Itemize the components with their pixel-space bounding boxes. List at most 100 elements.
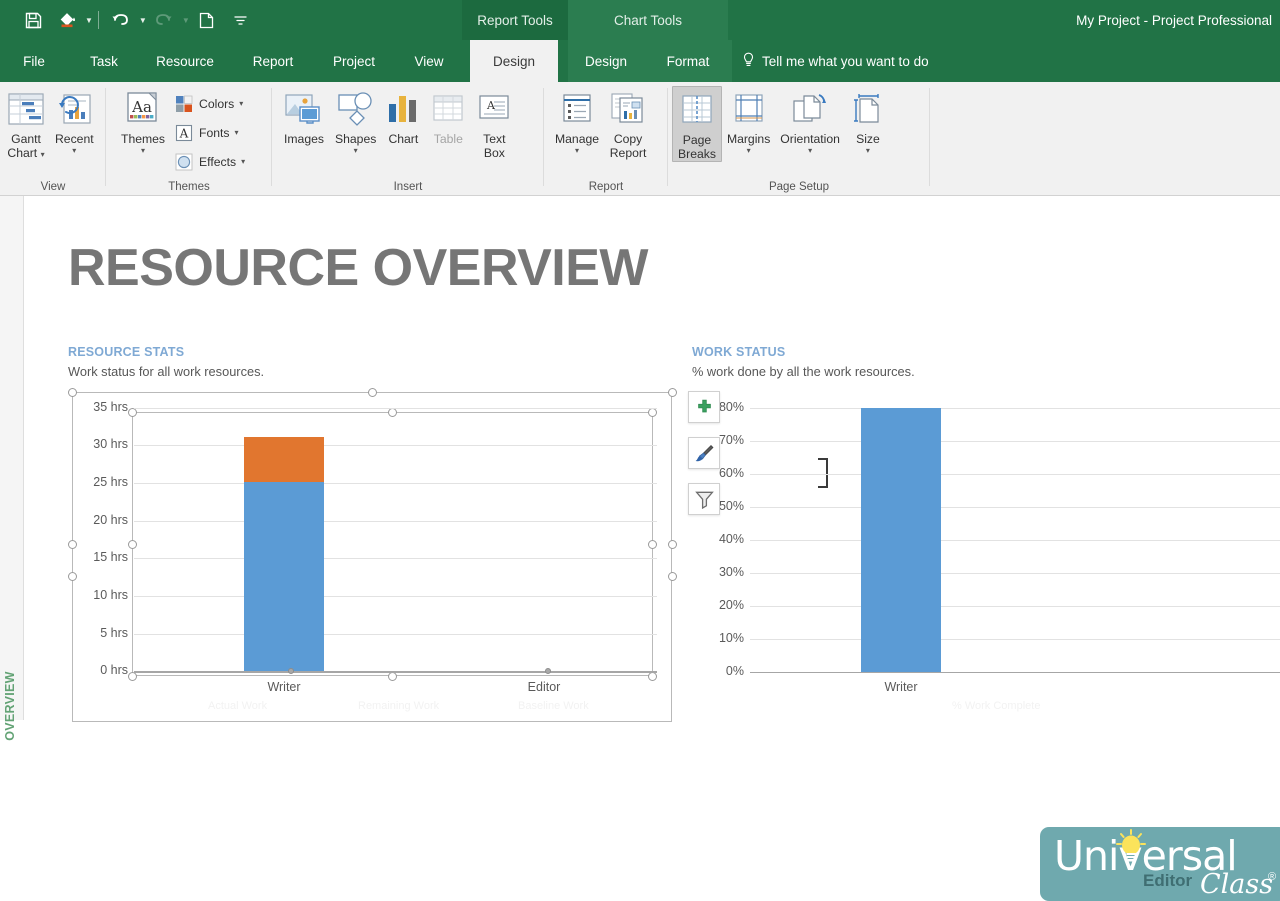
resource-stats-chart[interactable]: 35 hrs 30 hrs 25 hrs 20 hrs 15 hrs 10 hr… <box>68 396 678 712</box>
shapes-button[interactable]: Shapes ▾ <box>330 86 381 155</box>
x-axis-line <box>134 671 657 673</box>
page-icon[interactable] <box>190 4 224 36</box>
size-button[interactable]: Size ▾ <box>845 86 891 155</box>
fonts-button[interactable]: A Fonts ▾ <box>170 119 249 146</box>
ribbon-group-themes: Aa Themes ▾ Colors ▾ A Fonts ▾ Effects ▾… <box>106 82 272 196</box>
series-point-handle[interactable] <box>545 668 551 674</box>
manage-button[interactable]: Manage ▾ <box>550 86 604 155</box>
y-tick-label: 5 hrs <box>100 626 128 640</box>
legend-entry-baseline-work: Baseline Work <box>518 700 589 712</box>
chart-icon <box>386 89 420 129</box>
undo-dropdown-icon[interactable]: ▼ <box>139 16 147 25</box>
tab-file[interactable]: File <box>12 40 56 82</box>
redo-icon[interactable] <box>147 4 181 36</box>
y-tick-label: 10% <box>718 631 744 645</box>
section-heading-work-status: WORK STATUS <box>692 345 786 359</box>
tab-resource[interactable]: Resource <box>142 40 228 82</box>
shapes-label: Shapes <box>335 132 377 146</box>
tab-chart-format[interactable]: Format <box>644 40 732 82</box>
legend-entry-work-complete: % Work Complete <box>952 700 1041 712</box>
gridline <box>134 483 657 484</box>
gridline <box>134 445 657 446</box>
watermark-class-text: Class <box>1200 869 1274 900</box>
chart-label: Chart <box>388 132 419 146</box>
themes-label: Themes <box>121 132 166 146</box>
y-tick-label: 10 hrs <box>93 588 128 602</box>
fonts-dropdown-icon[interactable]: ▾ <box>235 128 239 137</box>
gridline <box>134 596 657 597</box>
tab-chart-design[interactable]: Design <box>568 40 644 82</box>
bar-actual-work-writer[interactable] <box>244 482 324 671</box>
bar-work-complete-writer[interactable] <box>861 408 941 672</box>
images-icon <box>283 89 325 129</box>
themes-button[interactable]: Aa Themes ▾ <box>116 86 170 155</box>
gantt-chart-icon <box>7 89 45 129</box>
tell-me-search[interactable]: Tell me what you want to do <box>742 40 929 82</box>
colors-dropdown-icon[interactable]: ▾ <box>239 99 243 108</box>
recent-button[interactable]: Recent ▾ <box>50 86 99 155</box>
page-title[interactable]: RESOURCE OVERVIEW <box>68 238 648 298</box>
colors-button[interactable]: Colors ▾ <box>170 90 249 117</box>
shapes-dropdown-icon[interactable]: ▾ <box>354 147 358 155</box>
chart-elements-button[interactable] <box>688 391 720 423</box>
y-tick-label: 25 hrs <box>93 475 128 489</box>
images-button[interactable]: Images <box>278 86 330 146</box>
tab-view[interactable]: View <box>398 40 460 82</box>
page-breaks-label-2: Breaks <box>678 147 716 161</box>
orientation-button[interactable]: Orientation ▾ <box>775 86 845 155</box>
margins-button[interactable]: Margins ▾ <box>722 86 775 155</box>
table-label: Table <box>433 132 463 146</box>
customize-quick-access-icon[interactable] <box>224 4 258 36</box>
effects-button[interactable]: Effects ▾ <box>170 148 249 175</box>
page-breaks-icon <box>679 90 715 130</box>
size-dropdown-icon[interactable]: ▾ <box>866 147 870 155</box>
manage-icon <box>559 89 595 129</box>
colors-label: Colors <box>199 96 235 111</box>
context-tab-chart-tools: Chart Tools <box>568 0 728 40</box>
chart-filters-button[interactable] <box>688 483 720 515</box>
gridline <box>750 639 1280 640</box>
tab-project[interactable]: Project <box>316 40 392 82</box>
save-icon[interactable] <box>16 4 50 36</box>
y-tick-label: 30 hrs <box>93 437 128 451</box>
tell-me-label: Tell me what you want to do <box>762 53 929 69</box>
gridline <box>750 408 1280 409</box>
gridline <box>750 441 1280 442</box>
gridline <box>750 573 1280 574</box>
chart-button[interactable]: Chart <box>381 86 425 146</box>
undo-icon[interactable] <box>104 4 138 36</box>
copy-report-button[interactable]: Copy Report <box>604 86 652 160</box>
tab-report[interactable]: Report <box>236 40 310 82</box>
x-tick-label-writer: Writer <box>267 680 301 694</box>
page-breaks-button[interactable]: Page Breaks <box>672 86 722 162</box>
manage-dropdown-icon[interactable]: ▾ <box>575 147 579 155</box>
ribbon-group-view: Gantt Chart ▾ Recent ▾ View <box>0 82 106 196</box>
gantt-chart-button[interactable]: Gantt Chart ▾ <box>2 86 50 160</box>
orientation-dropdown-icon[interactable]: ▾ <box>808 147 812 155</box>
margins-icon <box>731 89 767 129</box>
tab-report-design[interactable]: Design <box>470 40 558 82</box>
effects-dropdown-icon[interactable]: ▾ <box>241 157 245 166</box>
recent-dropdown-icon[interactable]: ▾ <box>72 147 76 155</box>
qat-divider <box>97 11 99 29</box>
table-icon <box>430 89 466 129</box>
paint-bucket-dropdown-icon[interactable]: ▼ <box>85 16 93 25</box>
text-box-icon: A <box>476 89 512 129</box>
table-button[interactable]: Table <box>425 86 471 146</box>
chart-styles-button[interactable] <box>688 437 720 469</box>
paint-bucket-icon[interactable] <box>50 4 84 36</box>
gridline <box>750 540 1280 541</box>
gridline <box>134 634 657 635</box>
work-status-chart[interactable]: 80% 70% 60% 50% 40% 30% 20% 10% 0% Write… <box>692 396 1280 712</box>
text-box-button[interactable]: A Text Box <box>471 86 517 160</box>
gantt-chart-label-2: Chart ▾ <box>7 146 45 160</box>
themes-dropdown-icon[interactable]: ▾ <box>141 147 145 155</box>
svg-text:Aa: Aa <box>131 98 152 116</box>
margins-dropdown-icon[interactable]: ▾ <box>747 147 751 155</box>
series-point-handle[interactable] <box>288 668 294 674</box>
themes-small-buttons: Colors ▾ A Fonts ▾ Effects ▾ <box>170 86 249 175</box>
page-breaks-label-1: Page <box>682 133 712 147</box>
bar-remaining-work-writer[interactable] <box>244 437 324 482</box>
tab-task[interactable]: Task <box>72 40 136 82</box>
report-canvas[interactable]: RESOURCE OVERVIEW RESOURCE STATS Work st… <box>24 196 1280 901</box>
